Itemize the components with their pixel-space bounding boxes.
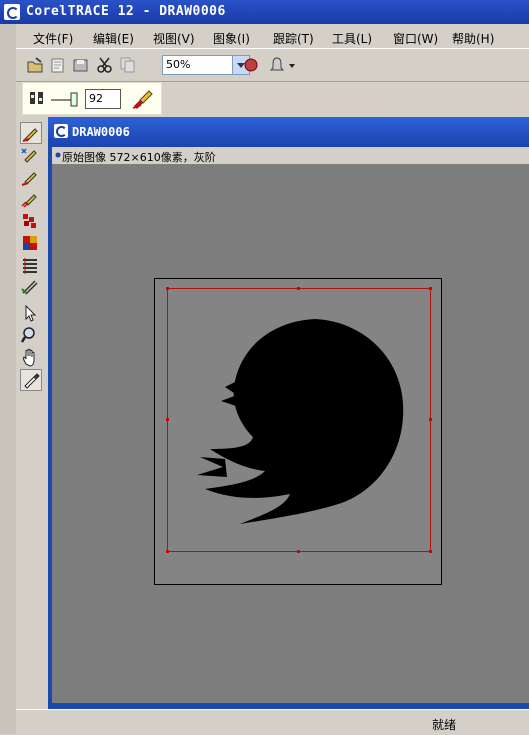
menu-bar: 文件(F) 编辑(E) 视图(V) 图象(I) 跟踪(T) 工具(L) 窗口(W… (16, 24, 529, 48)
selection-handle[interactable] (429, 418, 432, 421)
menu-image[interactable]: 图象(I) (213, 30, 250, 47)
ocr-icon[interactable] (20, 277, 40, 297)
app-title: CorelTRACE 12 - DRAW0006 (26, 4, 226, 19)
threshold-slider[interactable] (49, 90, 81, 108)
status-bar: 就绪 (16, 709, 529, 735)
trace-property-bar: 92 (22, 82, 162, 115)
menu-tools[interactable]: 工具(L) (332, 30, 372, 47)
mosaic-icon[interactable] (20, 211, 40, 231)
zoom-icon[interactable] (20, 325, 40, 345)
trace-toolbox (16, 120, 44, 400)
document-title: DRAW0006 (72, 125, 130, 139)
record-icon[interactable] (242, 56, 260, 74)
threshold-value: 92 (89, 92, 103, 105)
trace-outline-icon[interactable] (20, 122, 42, 144)
document-title-bar[interactable]: DRAW0006 (48, 117, 529, 147)
menu-edit[interactable]: 编辑(E) (93, 30, 134, 47)
hand-icon[interactable] (20, 347, 40, 367)
cut-icon[interactable] (96, 56, 114, 74)
info-dot-icon (55, 152, 61, 158)
selection-handle[interactable] (297, 287, 300, 290)
menu-window[interactable]: 窗口(W) (393, 30, 438, 47)
import-icon[interactable] (49, 56, 67, 74)
trace-sketch-icon[interactable] (20, 189, 40, 209)
open-icon[interactable] (26, 56, 44, 74)
zoom-value: 50% (166, 58, 191, 71)
document-icon[interactable] (54, 124, 68, 138)
copy-icon[interactable] (119, 56, 137, 74)
ink-brush-circle-image (197, 319, 404, 524)
bell-dropdown-icon[interactable] (287, 56, 297, 74)
selection-handle[interactable] (166, 550, 169, 553)
threshold-input[interactable]: 92 (85, 89, 121, 109)
selection-handle[interactable] (429, 287, 432, 290)
trace-pen-icon[interactable] (20, 167, 40, 187)
selection-handle[interactable] (297, 550, 300, 553)
select-pointer-icon[interactable] (20, 303, 40, 323)
save-icon[interactable] (72, 56, 90, 74)
trace-pen-icon[interactable] (131, 88, 153, 110)
selection-handle[interactable] (166, 287, 169, 290)
zoom-select[interactable]: 50% (162, 55, 250, 75)
selection-handle[interactable] (166, 418, 169, 421)
bell-icon[interactable] (268, 56, 286, 74)
filter-icon[interactable] (28, 89, 46, 107)
eyedropper-icon[interactable] (20, 369, 42, 391)
app-title-bar: CorelTRACE 12 - DRAW0006 (0, 0, 529, 24)
trace-centerline-icon[interactable] (20, 145, 40, 165)
menu-file[interactable]: 文件(F) (33, 30, 73, 47)
cubes-icon[interactable] (20, 233, 40, 253)
left-edge-strip (0, 24, 16, 734)
document-canvas-area[interactable]: 原始图像 572×610像素，灰阶 (52, 147, 529, 703)
main-toolbar: 50% (16, 48, 529, 82)
menu-trace[interactable]: 跟踪(T) (273, 30, 314, 47)
selection-handle[interactable] (429, 550, 432, 553)
image-page[interactable] (154, 278, 442, 585)
status-text: 就绪 (432, 718, 457, 732)
woodcut-icon[interactable] (20, 255, 40, 275)
menu-help[interactable]: 帮助(H) (452, 30, 494, 47)
coreltrace-logo-icon[interactable] (4, 4, 20, 20)
menu-view[interactable]: 视图(V) (153, 30, 195, 47)
image-info-bar: 原始图像 572×610像素，灰阶 (52, 147, 529, 165)
image-info-text: 原始图像 572×610像素，灰阶 (62, 151, 216, 164)
document-window: DRAW0006 原始图像 572×610像素，灰阶 (48, 117, 529, 709)
